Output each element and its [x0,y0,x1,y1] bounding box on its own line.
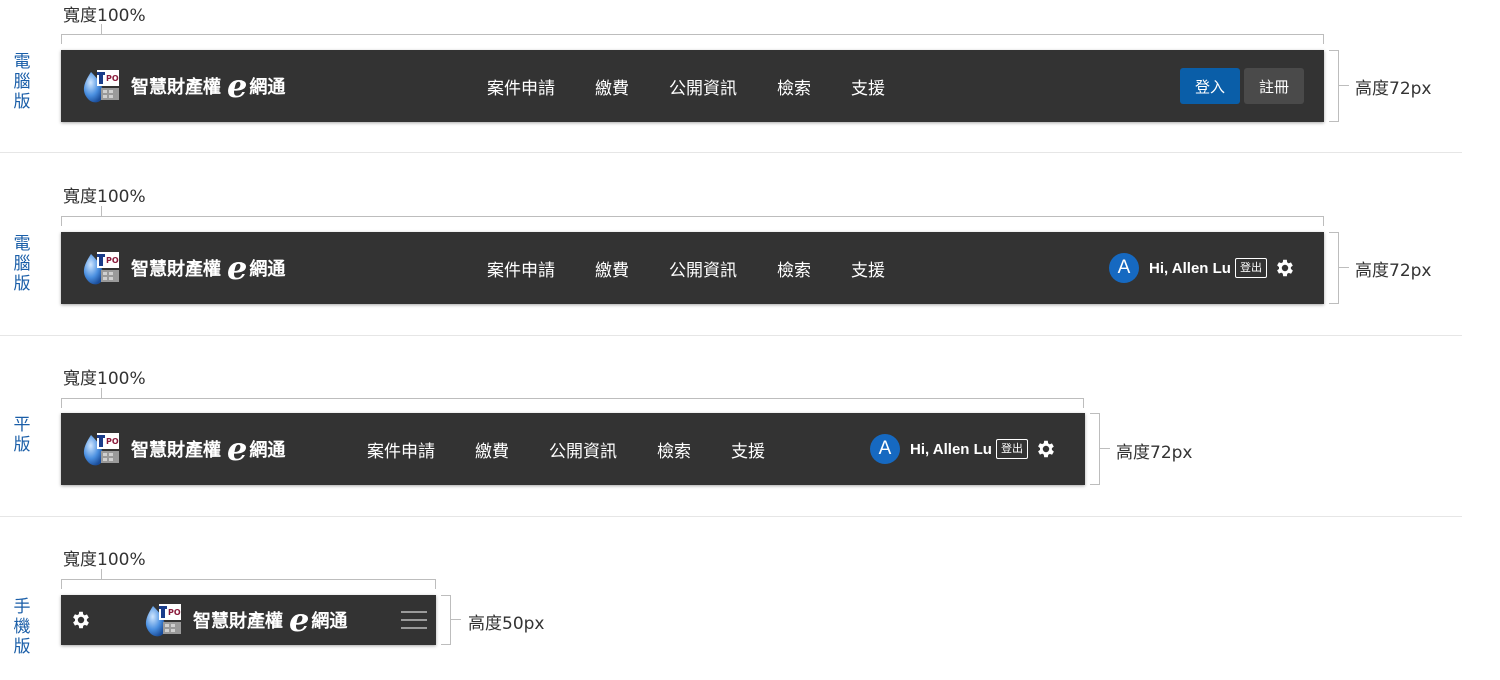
nav-item-case-apply[interactable]: 案件申請 [487,256,555,281]
section-label-desktop: 電腦版 [13,234,31,294]
svg-text:PO: PO [106,437,119,446]
nav-item-payment[interactable]: 繳費 [595,256,629,281]
nav-item-search[interactable]: 檢索 [657,437,691,462]
section-label-mobile: 手機版 [13,597,31,657]
site-logo[interactable]: PO 智慧財產權 e 網通 [79,429,285,469]
header-bar-mobile: PO 智慧財產權 e 網通 [61,595,436,645]
width-bracket [61,216,1324,226]
login-button[interactable]: 登入 [1180,68,1240,104]
gear-icon[interactable] [70,609,92,631]
tipo-logo-icon: PO [79,248,125,288]
site-logo[interactable]: PO 智慧財產權 e 網通 [79,66,285,106]
logo-tail: 網通 [249,77,286,98]
svg-text:PO: PO [106,256,119,265]
user-menu: A Hi, Allen Lu 登出 [870,434,1028,464]
height-bracket [1329,50,1339,122]
main-nav: 案件申請 繳費 公開資訊 檢索 支援 [367,413,765,485]
user-greeting: Hi, Allen Lu [910,440,992,458]
register-button[interactable]: 註冊 [1244,68,1304,104]
logo-text: 智慧財產權 [131,77,221,98]
header-bar: PO 智慧財產權 e 網通 案件申請 繳費 公開資訊 檢索 支援 A Hi, A… [61,413,1085,485]
logout-button[interactable]: 登出 [1234,258,1267,278]
gear-icon[interactable] [1274,257,1296,279]
tipo-logo-icon: PO [141,600,187,640]
nav-item-public-info[interactable]: 公開資訊 [669,74,737,99]
width-annotation: 寬度100% [63,369,146,389]
site-logo[interactable]: PO 智慧財產權 e 網通 [141,600,347,640]
nav-item-support[interactable]: 支援 [731,437,765,462]
site-logo[interactable]: PO 智慧財產權 e 網通 [79,248,285,288]
nav-item-case-apply[interactable]: 案件申請 [367,437,435,462]
logo-e: e [227,67,248,105]
nav-item-public-info[interactable]: 公開資訊 [549,437,617,462]
section-label-desktop: 電腦版 [13,52,31,112]
tipo-logo-icon: PO [79,429,125,469]
nav-item-search[interactable]: 檢索 [777,256,811,281]
hamburger-menu-icon[interactable] [401,611,427,631]
logo-e: e [289,601,310,639]
header-bar: PO 智慧財產權 e 網通 案件申請 繳費 公開資訊 檢索 支援 登入 註冊 [61,50,1324,122]
section-label-tablet: 平版 [13,415,31,455]
width-annotation: 寬度100% [63,6,146,26]
gear-icon[interactable] [1035,438,1057,460]
logo-tail: 網通 [311,611,348,632]
main-nav: 案件申請 繳費 公開資訊 檢索 支援 [487,50,885,122]
height-bracket [441,595,451,645]
width-annotation: 寬度100% [63,187,146,207]
nav-item-case-apply[interactable]: 案件申請 [487,74,555,99]
svg-text:PO: PO [106,74,119,83]
nav-item-payment[interactable]: 繳費 [475,437,509,462]
user-greeting: Hi, Allen Lu [1149,259,1231,277]
height-bracket [1329,232,1339,304]
tipo-logo-icon: PO [79,66,125,106]
logo-e: e [227,430,248,468]
main-nav: 案件申請 繳費 公開資訊 檢索 支援 [487,232,885,304]
logout-button[interactable]: 登出 [995,439,1028,459]
nav-item-support[interactable]: 支援 [851,256,885,281]
nav-item-public-info[interactable]: 公開資訊 [669,256,737,281]
width-bracket [61,398,1084,408]
height-bracket [1090,413,1100,485]
logo-tail: 網通 [249,259,286,280]
nav-item-payment[interactable]: 繳費 [595,74,629,99]
nav-item-search[interactable]: 檢索 [777,74,811,99]
height-annotation: 高度72px [1355,79,1432,99]
svg-text:PO: PO [168,608,181,617]
avatar[interactable]: A [870,434,900,464]
width-bracket [61,34,1324,44]
width-bracket [61,579,436,589]
height-annotation: 高度72px [1116,443,1193,463]
avatar[interactable]: A [1109,253,1139,283]
header-bar: PO 智慧財產權 e 網通 案件申請 繳費 公開資訊 檢索 支援 A Hi, A… [61,232,1324,304]
logo-text: 智慧財產權 [193,611,283,632]
height-annotation: 高度50px [468,614,545,634]
user-menu: A Hi, Allen Lu 登出 [1109,253,1267,283]
logo-text: 智慧財產權 [131,259,221,280]
logo-e: e [227,249,248,287]
logo-tail: 網通 [249,440,286,461]
height-annotation: 高度72px [1355,261,1432,281]
nav-item-support[interactable]: 支援 [851,74,885,99]
width-annotation: 寬度100% [63,550,146,570]
logo-text: 智慧財產權 [131,440,221,461]
